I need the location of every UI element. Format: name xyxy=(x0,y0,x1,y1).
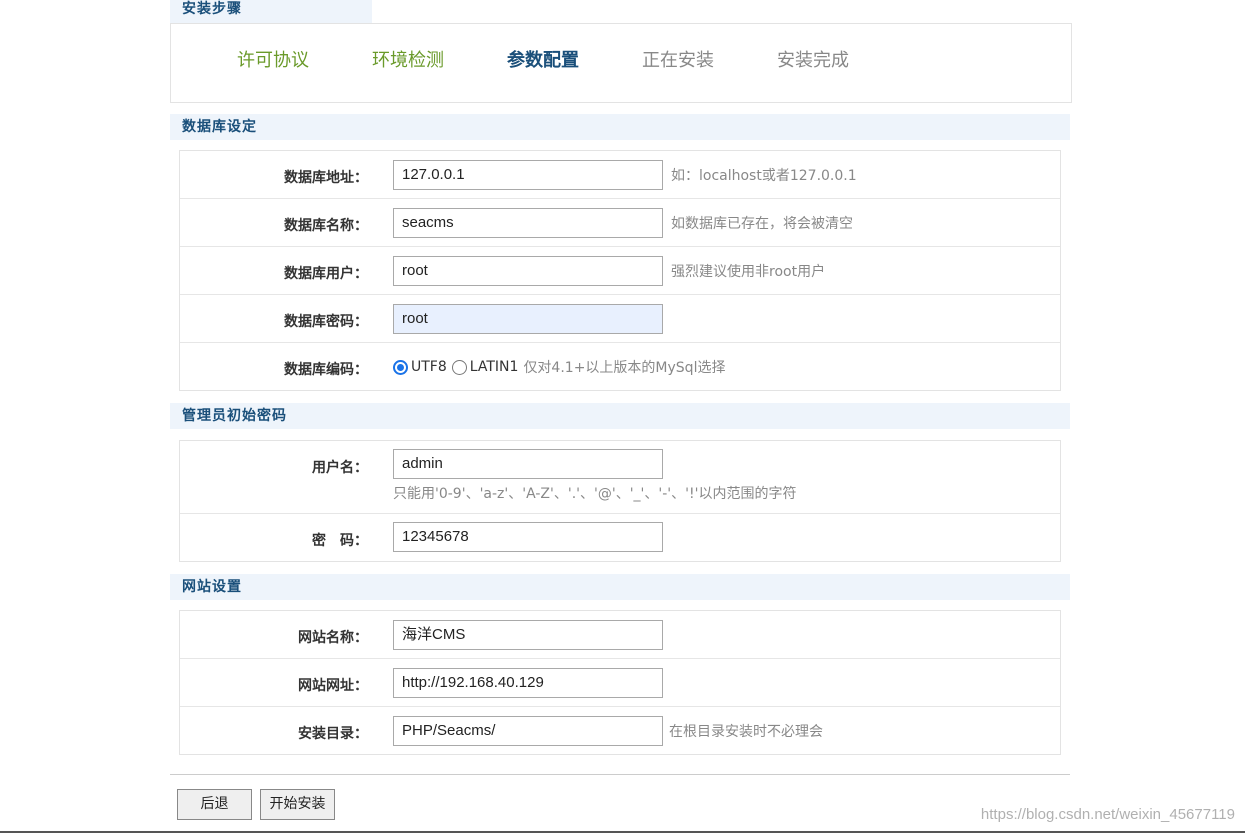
db-pass-input[interactable]: root xyxy=(393,304,663,334)
db-name-input[interactable]: seacms xyxy=(393,208,663,238)
db-host-label: 数据库地址： xyxy=(284,170,368,186)
site-url-input[interactable]: http://192.168.40.129 xyxy=(393,668,663,698)
site-dir-hint: 在根目录安装时不必理会 xyxy=(669,724,823,740)
admin-username-hint: 只能用'0-9'、'a-z'、'A-Z'、'.'、'@'、'_'、'-'、'!'… xyxy=(393,486,797,502)
steps-bar: 许可协议 环境检测 参数配置 正在安装 安装完成 xyxy=(170,23,1072,103)
section-admin-title: 管理员初始密码 xyxy=(170,403,1070,429)
admin-panel: 用户名： admin 只能用'0-9'、'a-z'、'A-Z'、'.'、'@'、… xyxy=(179,440,1061,562)
db-pass-row: 数据库密码： root xyxy=(180,295,1060,343)
db-charset-hint: 仅对4.1+以上版本的MySql选择 xyxy=(523,360,726,376)
db-name-hint: 如数据库已存在，将会被清空 xyxy=(671,216,853,232)
step-env-check: 环境检测 xyxy=(372,50,444,71)
admin-password-row: 密 码： 12345678 xyxy=(180,514,1060,562)
db-charset-label: 数据库编码： xyxy=(284,362,368,378)
site-panel: 网站名称： 海洋CMS 网站网址： http://192.168.40.129 … xyxy=(179,610,1061,755)
site-dir-input[interactable]: PHP/Seacms/ xyxy=(393,716,663,746)
charset-latin1-label: LATIN1 xyxy=(469,359,519,375)
footer-divider xyxy=(170,774,1070,775)
site-url-row: 网站网址： http://192.168.40.129 xyxy=(180,659,1060,707)
site-dir-label: 安装目录： xyxy=(298,726,368,742)
db-host-row: 数据库地址： 127.0.0.1 如：localhost或者127.0.0.1 xyxy=(180,151,1060,199)
watermark: https://blog.csdn.net/weixin_45677119 xyxy=(980,806,1235,823)
db-name-row: 数据库名称： seacms 如数据库已存在，将会被清空 xyxy=(180,199,1060,247)
db-user-row: 数据库用户： root 强烈建议使用非root用户 xyxy=(180,247,1060,295)
section-db-title: 数据库设定 xyxy=(170,114,1070,140)
admin-username-input[interactable]: admin xyxy=(393,449,663,479)
db-host-hint: 如：localhost或者127.0.0.1 xyxy=(671,168,857,184)
step-config: 参数配置 xyxy=(507,50,579,71)
charset-latin1-radio[interactable] xyxy=(451,359,467,375)
charset-utf8-radio[interactable] xyxy=(393,359,408,375)
admin-username-label: 用户名： xyxy=(312,460,368,476)
back-button[interactable]: 后退 xyxy=(177,789,252,820)
admin-password-label: 密 码： xyxy=(312,533,368,549)
site-name-label: 网站名称： xyxy=(298,630,368,646)
site-name-input[interactable]: 海洋CMS xyxy=(393,620,663,650)
db-charset-row: 数据库编码： UTF8 LATIN1 仅对4.1+以上版本的MySql选择 xyxy=(180,343,1060,391)
site-name-row: 网站名称： 海洋CMS xyxy=(180,611,1060,659)
section-site-title: 网站设置 xyxy=(170,574,1070,600)
site-dir-row: 安装目录： PHP/Seacms/ 在根目录安装时不必理会 xyxy=(180,707,1060,755)
db-panel: 数据库地址： 127.0.0.1 如：localhost或者127.0.0.1 … xyxy=(179,150,1061,391)
start-install-button[interactable]: 开始安装 xyxy=(260,789,335,820)
step-installing: 正在安装 xyxy=(642,50,714,71)
step-license: 许可协议 xyxy=(237,50,309,71)
db-user-label: 数据库用户： xyxy=(284,266,368,282)
site-url-label: 网站网址： xyxy=(298,678,368,694)
charset-utf8-label: UTF8 xyxy=(411,359,447,375)
db-host-input[interactable]: 127.0.0.1 xyxy=(393,160,663,190)
db-name-label: 数据库名称： xyxy=(284,218,368,234)
db-user-hint: 强烈建议使用非root用户 xyxy=(671,264,826,280)
steps-title: 安装步骤 xyxy=(170,0,372,23)
db-charset-options: UTF8 LATIN1 仅对4.1+以上版本的MySql选择 xyxy=(393,357,725,377)
admin-username-row: 用户名： admin 只能用'0-9'、'a-z'、'A-Z'、'.'、'@'、… xyxy=(180,441,1060,514)
step-complete: 安装完成 xyxy=(777,50,849,71)
admin-password-input[interactable]: 12345678 xyxy=(393,522,663,552)
db-pass-label: 数据库密码： xyxy=(284,314,368,330)
db-user-input[interactable]: root xyxy=(393,256,663,286)
